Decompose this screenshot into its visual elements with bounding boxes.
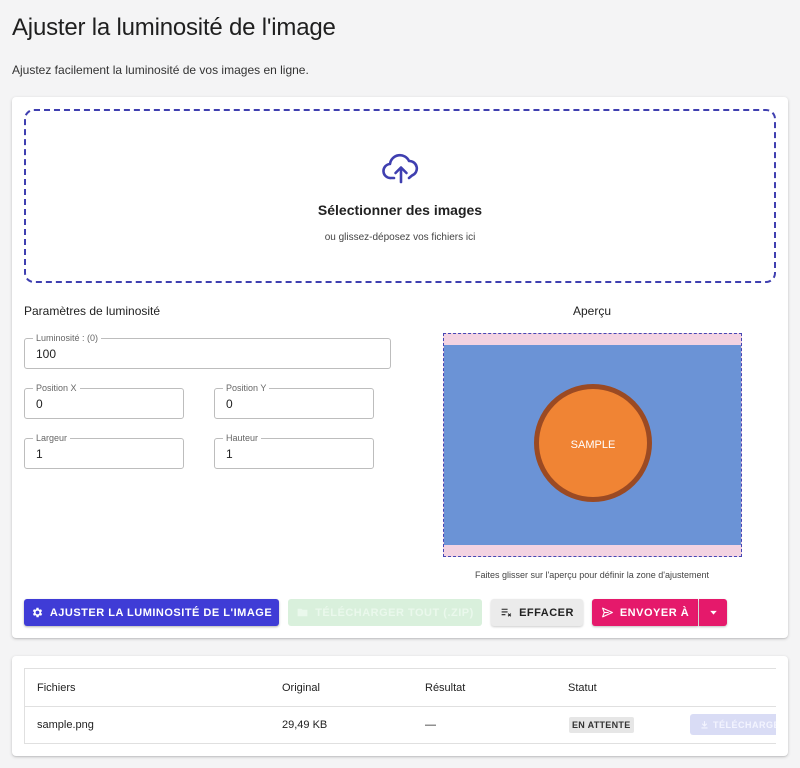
clear-label: EFFACER: [519, 606, 574, 619]
original-size-cell: 29,49 KB: [282, 719, 328, 731]
download-icon: [701, 721, 708, 729]
params-section-title: Paramètres de luminosité: [24, 304, 161, 318]
row-download-button[interactable]: TÉLÉCHARGER: [690, 714, 776, 735]
image-dropzone[interactable]: Sélectionner des images ou glissez-dépos…: [24, 109, 776, 283]
position-x-label: Position X: [33, 382, 80, 394]
files-card: Fichiers Original Résultat Statut sample…: [12, 656, 788, 756]
preview-sample-text: SAMPLE: [570, 439, 616, 451]
brightness-label: Luminosité : (0): [33, 332, 102, 344]
preview-hint: Faites glisser sur l'aperçu pour définir…: [474, 570, 710, 580]
adjust-brightness-label: AJUSTER LA LUMINOSITÉ DE L'IMAGE: [49, 606, 273, 619]
send-to-label: ENVOYER À: [619, 606, 690, 619]
file-name-cell: sample.png: [37, 719, 94, 731]
download-all-zip-button[interactable]: TÉLÉCHARGER TOUT (.ZIP): [288, 599, 482, 626]
preview-section-title: Aperçu: [572, 304, 612, 318]
column-header-files: Fichiers: [37, 682, 76, 694]
download-all-zip-label: TÉLÉCHARGER TOUT (.ZIP): [315, 606, 474, 619]
adjust-brightness-button[interactable]: AJUSTER LA LUMINOSITÉ DE L'IMAGE: [24, 599, 279, 626]
brightness-field: Luminosité : (0): [24, 332, 391, 369]
height-label: Hauteur: [223, 432, 262, 444]
width-label: Largeur: [33, 432, 71, 444]
cloud-upload-icon: [382, 153, 419, 184]
column-header-status: Statut: [568, 682, 597, 694]
position-y-input[interactable]: [226, 397, 353, 411]
width-field: Largeur: [24, 432, 184, 469]
height-input[interactable]: [226, 447, 353, 461]
column-header-original: Original: [282, 682, 320, 694]
send-icon: [601, 607, 613, 618]
page-subtitle: Ajustez facilement la luminosité de vos …: [12, 63, 309, 77]
preview-image: SAMPLE: [444, 345, 741, 545]
row-download-label: TÉLÉCHARGER: [713, 719, 776, 730]
clear-button[interactable]: EFFACER: [491, 599, 583, 626]
dropzone-subtitle: ou glissez-déposez vos fichiers ici: [324, 232, 476, 243]
preview-canvas[interactable]: SAMPLE: [443, 333, 742, 557]
brightness-input[interactable]: [36, 347, 328, 361]
folder-zip-icon: [297, 608, 308, 617]
position-y-field: Position Y: [214, 382, 374, 419]
page-title: Ajuster la luminosité de l'image: [12, 14, 336, 41]
caret-down-icon: [709, 610, 717, 615]
files-table: Fichiers Original Résultat Statut sample…: [24, 668, 776, 744]
header-divider: [25, 706, 776, 707]
preview-sample-circle: SAMPLE: [534, 384, 652, 502]
send-to-dropdown-button[interactable]: [699, 599, 727, 626]
result-cell: —: [425, 719, 436, 731]
send-to-button[interactable]: ENVOYER À: [592, 599, 698, 626]
gear-icon: [32, 607, 43, 618]
main-card: Sélectionner des images ou glissez-dépos…: [12, 97, 788, 638]
clear-list-icon: [501, 608, 512, 617]
position-x-input[interactable]: [36, 397, 163, 411]
position-y-label: Position Y: [223, 382, 270, 394]
position-x-field: Position X: [24, 382, 184, 419]
dropzone-title: Sélectionner des images: [317, 202, 483, 218]
column-header-result: Résultat: [425, 682, 466, 694]
width-input[interactable]: [36, 447, 163, 461]
height-field: Hauteur: [214, 432, 374, 469]
status-badge: EN ATTENTE: [569, 717, 634, 733]
